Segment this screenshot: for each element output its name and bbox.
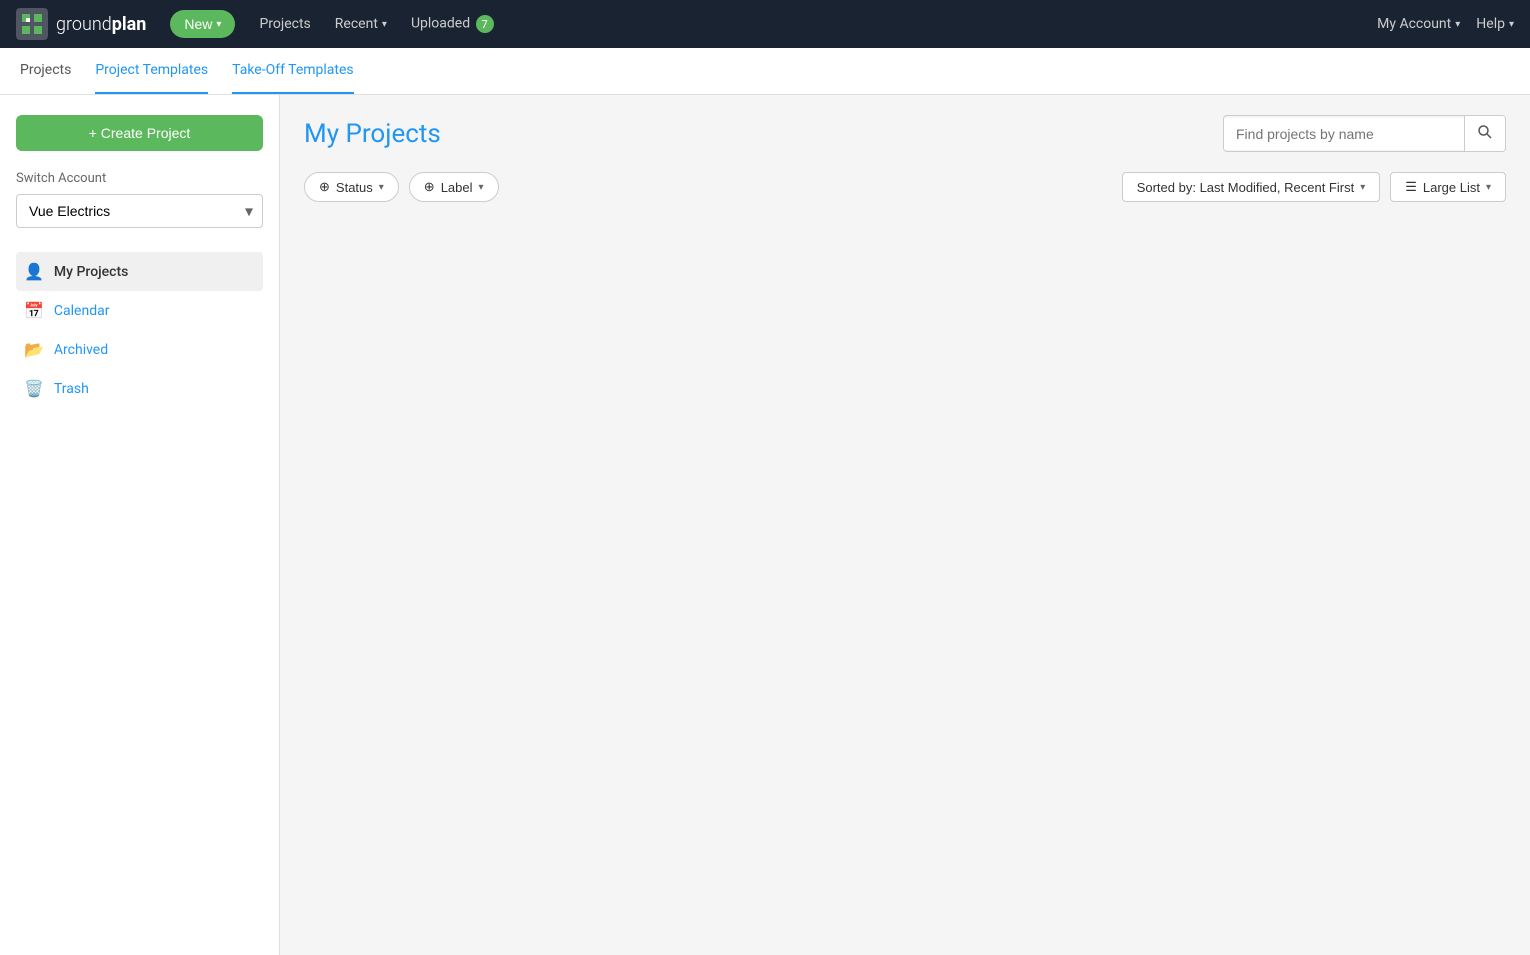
tab-takeoff-templates[interactable]: Take-Off Templates xyxy=(232,48,354,94)
trash-icon: 🗑️ xyxy=(24,379,44,398)
logo: groundplan xyxy=(16,8,146,40)
sort-label: Sorted by: Last Modified, Recent First xyxy=(1137,180,1354,195)
label-filter-button[interactable]: ⊕ Label xyxy=(409,172,499,202)
status-filter-button[interactable]: ⊕ Status xyxy=(304,172,399,202)
nav-uploaded[interactable]: Uploaded 7 xyxy=(403,11,502,37)
label-filter-icon: ⊕ xyxy=(424,179,435,195)
nav-projects-link[interactable]: Projects xyxy=(251,12,318,36)
page-title: My Projects xyxy=(304,119,441,149)
sidebar-item-my-projects[interactable]: 👤 My Projects xyxy=(16,252,263,291)
nav-recent-dropdown[interactable]: Recent xyxy=(335,16,387,32)
filter-right: Sorted by: Last Modified, Recent First ☰… xyxy=(1122,172,1506,202)
filter-bar: ⊕ Status ⊕ Label Sorted by: Last Modifie… xyxy=(304,172,1506,202)
my-account-dropdown[interactable]: My Account xyxy=(1377,16,1460,32)
account-select-wrapper: Vue Electrics ▾ xyxy=(16,194,263,228)
sidebar-calendar-label: Calendar xyxy=(54,303,110,319)
view-icon: ☰ xyxy=(1405,179,1417,195)
logo-text: groundplan xyxy=(56,14,146,35)
new-button[interactable]: New xyxy=(170,10,235,38)
create-project-button[interactable]: + Create Project xyxy=(16,115,263,151)
sidebar-item-calendar[interactable]: 📅 Calendar xyxy=(16,291,263,330)
sidebar-item-trash[interactable]: 🗑️ Trash xyxy=(16,369,263,408)
sort-button[interactable]: Sorted by: Last Modified, Recent First xyxy=(1122,172,1381,202)
search-box xyxy=(1223,115,1506,152)
sidebar-archived-label: Archived xyxy=(54,342,108,358)
content-area: My Projects ⊕ Status ⊕ xyxy=(280,95,1530,955)
content-header: My Projects xyxy=(304,115,1506,152)
secondary-nav: Projects Project Templates Take-Off Temp… xyxy=(0,48,1530,95)
tab-project-templates[interactable]: Project Templates xyxy=(95,48,208,94)
status-filter-icon: ⊕ xyxy=(319,179,330,195)
calendar-icon: 📅 xyxy=(24,301,44,320)
help-dropdown[interactable]: Help xyxy=(1476,16,1514,32)
switch-account-label: Switch Account xyxy=(16,171,263,186)
search-input[interactable] xyxy=(1224,118,1464,150)
status-filter-label: Status xyxy=(336,180,373,195)
uploaded-badge: 7 xyxy=(476,15,494,33)
account-select[interactable]: Vue Electrics xyxy=(16,194,263,228)
person-icon: 👤 xyxy=(24,262,44,281)
label-filter-label: Label xyxy=(441,180,473,195)
nav-right: My Account Help xyxy=(1377,16,1514,32)
top-nav: groundplan New Projects Recent Uploaded … xyxy=(0,0,1530,48)
sidebar: + Create Project Switch Account Vue Elec… xyxy=(0,95,280,955)
sidebar-trash-label: Trash xyxy=(54,381,89,397)
sidebar-my-projects-label: My Projects xyxy=(54,264,128,280)
main-container: + Create Project Switch Account Vue Elec… xyxy=(0,95,1530,955)
search-button[interactable] xyxy=(1464,116,1505,151)
view-button[interactable]: ☰ Large List xyxy=(1390,172,1506,202)
filter-left: ⊕ Status ⊕ Label xyxy=(304,172,499,202)
tab-projects[interactable]: Projects xyxy=(20,48,71,94)
archive-icon: 📂 xyxy=(24,340,44,359)
view-label: Large List xyxy=(1423,180,1480,195)
sidebar-item-archived[interactable]: 📂 Archived xyxy=(16,330,263,369)
